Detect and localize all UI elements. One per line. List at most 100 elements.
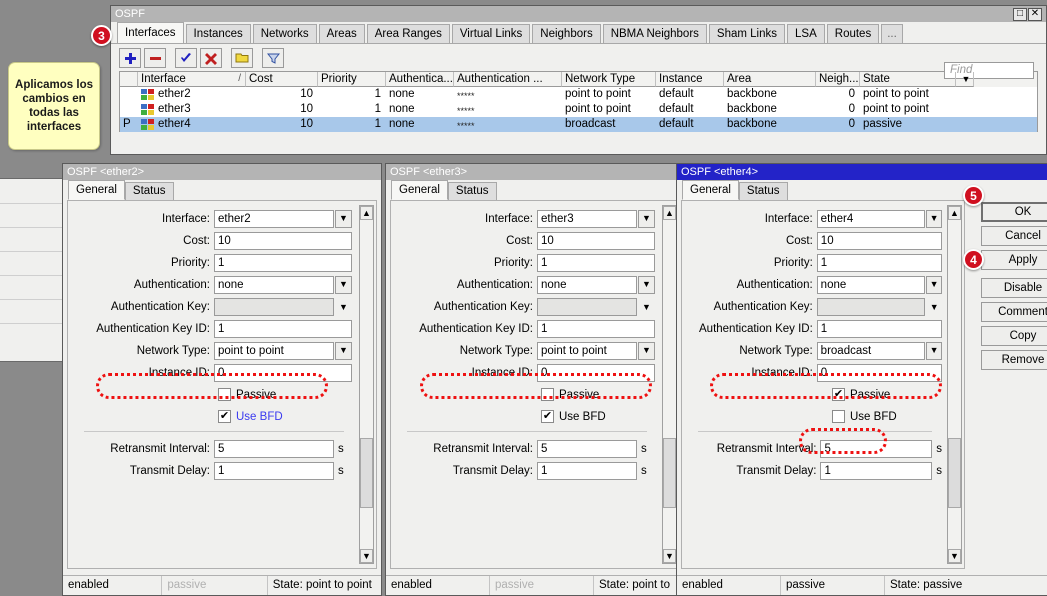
scrollbar-thumb[interactable] <box>663 438 676 508</box>
comment-button[interactable] <box>231 48 253 68</box>
tab-networks[interactable]: Networks <box>253 24 317 43</box>
instance-id-input[interactable]: 0 <box>537 364 655 382</box>
tab-areas[interactable]: Areas <box>319 24 365 43</box>
retransmit-interval-input[interactable]: 5 <box>537 440 637 458</box>
auth-key-caret-icon[interactable]: ▼ <box>926 298 942 316</box>
priority-input[interactable]: 1 <box>214 254 352 272</box>
auth-key-id-input[interactable]: 1 <box>817 320 942 338</box>
passive-checkbox[interactable] <box>541 388 554 401</box>
scroll-down-icon[interactable]: ▼ <box>663 549 676 563</box>
dialog-ether2-titlebar[interactable]: OSPF <ether2> <box>63 164 381 180</box>
col-state[interactable]: State <box>860 72 956 87</box>
dialog-ether3-titlebar[interactable]: OSPF <ether3> <box>386 164 684 180</box>
close-button[interactable]: ✕ <box>1028 8 1042 21</box>
checkbox-use-bfd[interactable]: ✔ Use BFD <box>74 407 354 426</box>
dialog-ether4-scrollbar[interactable]: ▲ ▼ <box>947 205 962 564</box>
tab-interfaces[interactable]: Interfaces <box>117 22 184 43</box>
enable-button[interactable] <box>175 48 197 68</box>
scroll-up-icon[interactable]: ▲ <box>663 206 676 220</box>
cancel-button[interactable]: Cancel <box>981 226 1047 246</box>
network-type-input[interactable]: point to point <box>537 342 637 360</box>
use-bfd-checkbox[interactable] <box>832 410 845 423</box>
tab-virtual-links[interactable]: Virtual Links <box>452 24 530 43</box>
authentication-input[interactable]: none <box>817 276 926 294</box>
maximize-button[interactable]: □ <box>1013 8 1027 21</box>
dialog-ether3-scrollbar[interactable]: ▲ ▼ <box>662 205 677 564</box>
tab-general[interactable]: General <box>391 180 448 200</box>
add-button[interactable] <box>119 48 141 68</box>
interface-input[interactable]: ether3 <box>537 210 637 228</box>
tab-instances[interactable]: Instances <box>186 24 251 43</box>
priority-input[interactable]: 1 <box>537 254 655 272</box>
tab-routes[interactable]: Routes <box>827 24 879 43</box>
passive-checkbox[interactable]: ✔ <box>832 388 845 401</box>
tab-nbma-neighbors[interactable]: NBMA Neighbors <box>603 24 707 43</box>
tab-status[interactable]: Status <box>739 182 788 200</box>
disable-button[interactable] <box>200 48 222 68</box>
scroll-down-icon[interactable]: ▼ <box>948 549 961 563</box>
scroll-up-icon[interactable]: ▲ <box>360 206 373 220</box>
instance-id-input[interactable]: 0 <box>817 364 942 382</box>
network-type-dropdown-icon[interactable]: ▼ <box>638 342 655 360</box>
tab-general[interactable]: General <box>68 180 125 200</box>
table-row[interactable]: P ether4 10 1 none ***** broadcast defau… <box>120 117 1037 132</box>
transmit-delay-input[interactable]: 1 <box>214 462 334 480</box>
cost-input[interactable]: 10 <box>817 232 942 250</box>
ospf-window-titlebar[interactable]: OSPF □ ✕ <box>111 6 1046 22</box>
cost-input[interactable]: 10 <box>214 232 352 250</box>
col-flag[interactable] <box>120 72 138 87</box>
col-network-type[interactable]: Network Type <box>562 72 656 87</box>
col-interface[interactable]: Interface / <box>138 72 246 87</box>
auth-key-id-input[interactable]: 1 <box>537 320 655 338</box>
checkbox-use-bfd[interactable]: ✔ Use BFD <box>397 407 657 426</box>
comment-button[interactable]: Comment <box>981 302 1047 322</box>
col-menu[interactable]: ▼ <box>956 72 974 87</box>
interface-dropdown-icon[interactable]: ▼ <box>638 210 655 228</box>
auth-key-input[interactable] <box>214 298 334 316</box>
auth-key-input[interactable] <box>817 298 926 316</box>
tab-area-ranges[interactable]: Area Ranges <box>367 24 450 43</box>
checkbox-passive[interactable]: Passive <box>397 385 657 404</box>
tab-sham-links[interactable]: Sham Links <box>709 24 785 43</box>
authentication-input[interactable]: none <box>214 276 334 294</box>
scroll-up-icon[interactable]: ▲ <box>948 206 961 220</box>
authentication-dropdown-icon[interactable]: ▼ <box>926 276 942 294</box>
interface-dropdown-icon[interactable]: ▼ <box>926 210 942 228</box>
tab-neighbors[interactable]: Neighbors <box>532 24 600 43</box>
network-type-dropdown-icon[interactable]: ▼ <box>926 342 942 360</box>
interface-input[interactable]: ether4 <box>817 210 926 228</box>
scrollbar-thumb[interactable] <box>948 438 961 508</box>
col-authentication[interactable]: Authentica... <box>386 72 454 87</box>
auth-key-caret-icon[interactable]: ▼ <box>335 298 352 316</box>
authentication-dropdown-icon[interactable]: ▼ <box>638 276 655 294</box>
scrollbar-thumb[interactable] <box>360 438 373 508</box>
filter-button[interactable] <box>262 48 284 68</box>
col-priority[interactable]: Priority <box>318 72 386 87</box>
network-type-input[interactable]: point to point <box>214 342 334 360</box>
table-row[interactable]: ether2 10 1 none ***** point to point de… <box>120 87 1037 102</box>
col-neighbors[interactable]: Neigh... <box>816 72 860 87</box>
auth-key-caret-icon[interactable]: ▼ <box>638 298 655 316</box>
ok-button[interactable]: OK <box>981 202 1047 222</box>
use-bfd-checkbox[interactable]: ✔ <box>541 410 554 423</box>
passive-checkbox[interactable] <box>218 388 231 401</box>
remove-button[interactable]: Remove <box>981 350 1047 370</box>
checkbox-passive[interactable]: Passive <box>74 385 354 404</box>
priority-input[interactable]: 1 <box>817 254 942 272</box>
scroll-down-icon[interactable]: ▼ <box>360 549 373 563</box>
network-type-input[interactable]: broadcast <box>817 342 926 360</box>
col-area[interactable]: Area <box>724 72 816 87</box>
authentication-dropdown-icon[interactable]: ▼ <box>335 276 352 294</box>
tab-general[interactable]: General <box>682 180 739 200</box>
retransmit-interval-input[interactable]: 5 <box>820 440 932 458</box>
copy-button[interactable]: Copy <box>981 326 1047 346</box>
table-row[interactable]: ether3 10 1 none ***** point to point de… <box>120 102 1037 117</box>
transmit-delay-input[interactable]: 1 <box>820 462 932 480</box>
retransmit-interval-input[interactable]: 5 <box>214 440 334 458</box>
col-instance[interactable]: Instance <box>656 72 724 87</box>
transmit-delay-input[interactable]: 1 <box>537 462 637 480</box>
tab-more[interactable]: ... <box>881 24 903 43</box>
remove-button[interactable] <box>144 48 166 68</box>
checkbox-passive[interactable]: ✔ Passive <box>688 385 942 404</box>
checkbox-use-bfd[interactable]: Use BFD <box>688 407 942 426</box>
